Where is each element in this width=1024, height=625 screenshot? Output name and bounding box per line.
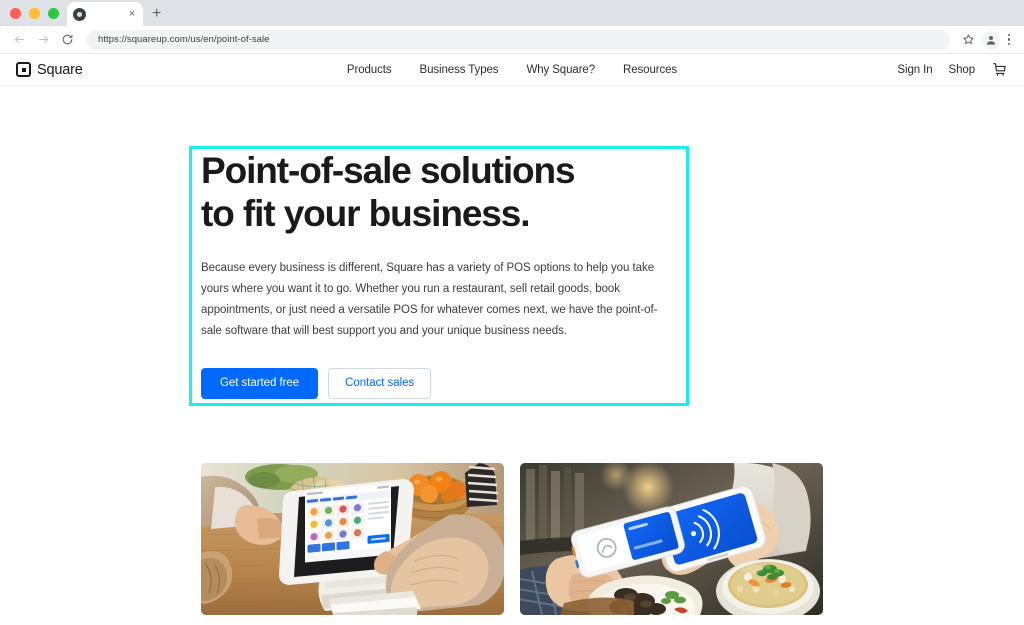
hero-description: Because every business is different, Squ… xyxy=(201,261,658,337)
page-title: Point-of-sale solutions to fit your busi… xyxy=(201,150,671,236)
site-header: Square Products Business Types Why Squar… xyxy=(0,54,1024,86)
arrow-left-icon[interactable] xyxy=(8,29,30,51)
get-started-free-button[interactable]: Get started free xyxy=(201,367,319,399)
media-card-contactless-payment[interactable] xyxy=(520,462,823,615)
page-title-line-1: Point-of-sale solutions xyxy=(201,150,576,191)
contactless-payment-illustration-icon xyxy=(520,462,823,615)
main-navigation: Products Business Types Why Square? Reso… xyxy=(0,64,1024,76)
media-row xyxy=(0,462,1024,615)
close-icon[interactable]: × xyxy=(127,8,137,21)
tab-strip: × + xyxy=(0,0,1024,26)
address-bar-url: https://squareup.com/us/en/point-of-sale xyxy=(98,34,270,45)
window-close-dot[interactable] xyxy=(10,7,21,19)
header-right-actions: Sign In Shop xyxy=(897,61,1008,78)
nav-link-why-square[interactable]: Why Square? xyxy=(526,64,595,76)
sign-in-link[interactable]: Sign In xyxy=(897,64,932,76)
browser-tab[interactable]: × xyxy=(67,2,143,26)
browser-toolbar: https://squareup.com/us/en/point-of-sale xyxy=(0,26,1024,54)
nav-link-products[interactable]: Products xyxy=(347,64,392,76)
page-viewport: Square Products Business Types Why Squar… xyxy=(0,54,1024,625)
browser-window: × + https://squareup.com/us/en/point-of-… xyxy=(0,0,1024,625)
page-title-line-2: to fit your business. xyxy=(201,192,531,234)
star-icon[interactable] xyxy=(958,29,980,51)
reload-icon[interactable] xyxy=(56,29,78,51)
window-minimize-dot[interactable] xyxy=(29,7,40,19)
arrow-right-icon[interactable] xyxy=(32,29,54,51)
media-card-pos-tablet[interactable] xyxy=(201,462,504,615)
contact-sales-button[interactable]: Contact sales xyxy=(328,367,432,399)
person-avatar-icon[interactable] xyxy=(981,30,1000,49)
brand-name: Square xyxy=(37,61,83,78)
hero-section: Point-of-sale solutions to fit your busi… xyxy=(0,86,1024,406)
nav-link-business-types[interactable]: Business Types xyxy=(420,64,499,76)
nav-link-resources[interactable]: Resources xyxy=(623,64,677,76)
square-logo-icon xyxy=(16,62,31,77)
kebab-menu-icon[interactable] xyxy=(1002,31,1017,49)
plus-icon[interactable]: + xyxy=(152,6,161,22)
window-maximize-dot[interactable] xyxy=(48,7,59,19)
chrome-circle-favicon-icon xyxy=(73,7,86,21)
hero-content: Point-of-sale solutions to fit your busi… xyxy=(0,86,700,399)
hero-cta-group: Get started free Contact sales xyxy=(201,367,700,399)
pos-tablet-illustration-icon xyxy=(201,462,504,615)
address-bar[interactable]: https://squareup.com/us/en/point-of-sale xyxy=(86,29,950,50)
brand-home-link[interactable]: Square xyxy=(16,62,83,78)
shopping-cart-icon[interactable] xyxy=(991,61,1008,78)
toolbar-right-actions xyxy=(958,29,1017,51)
shop-link[interactable]: Shop xyxy=(949,64,976,76)
window-controls xyxy=(8,0,67,26)
